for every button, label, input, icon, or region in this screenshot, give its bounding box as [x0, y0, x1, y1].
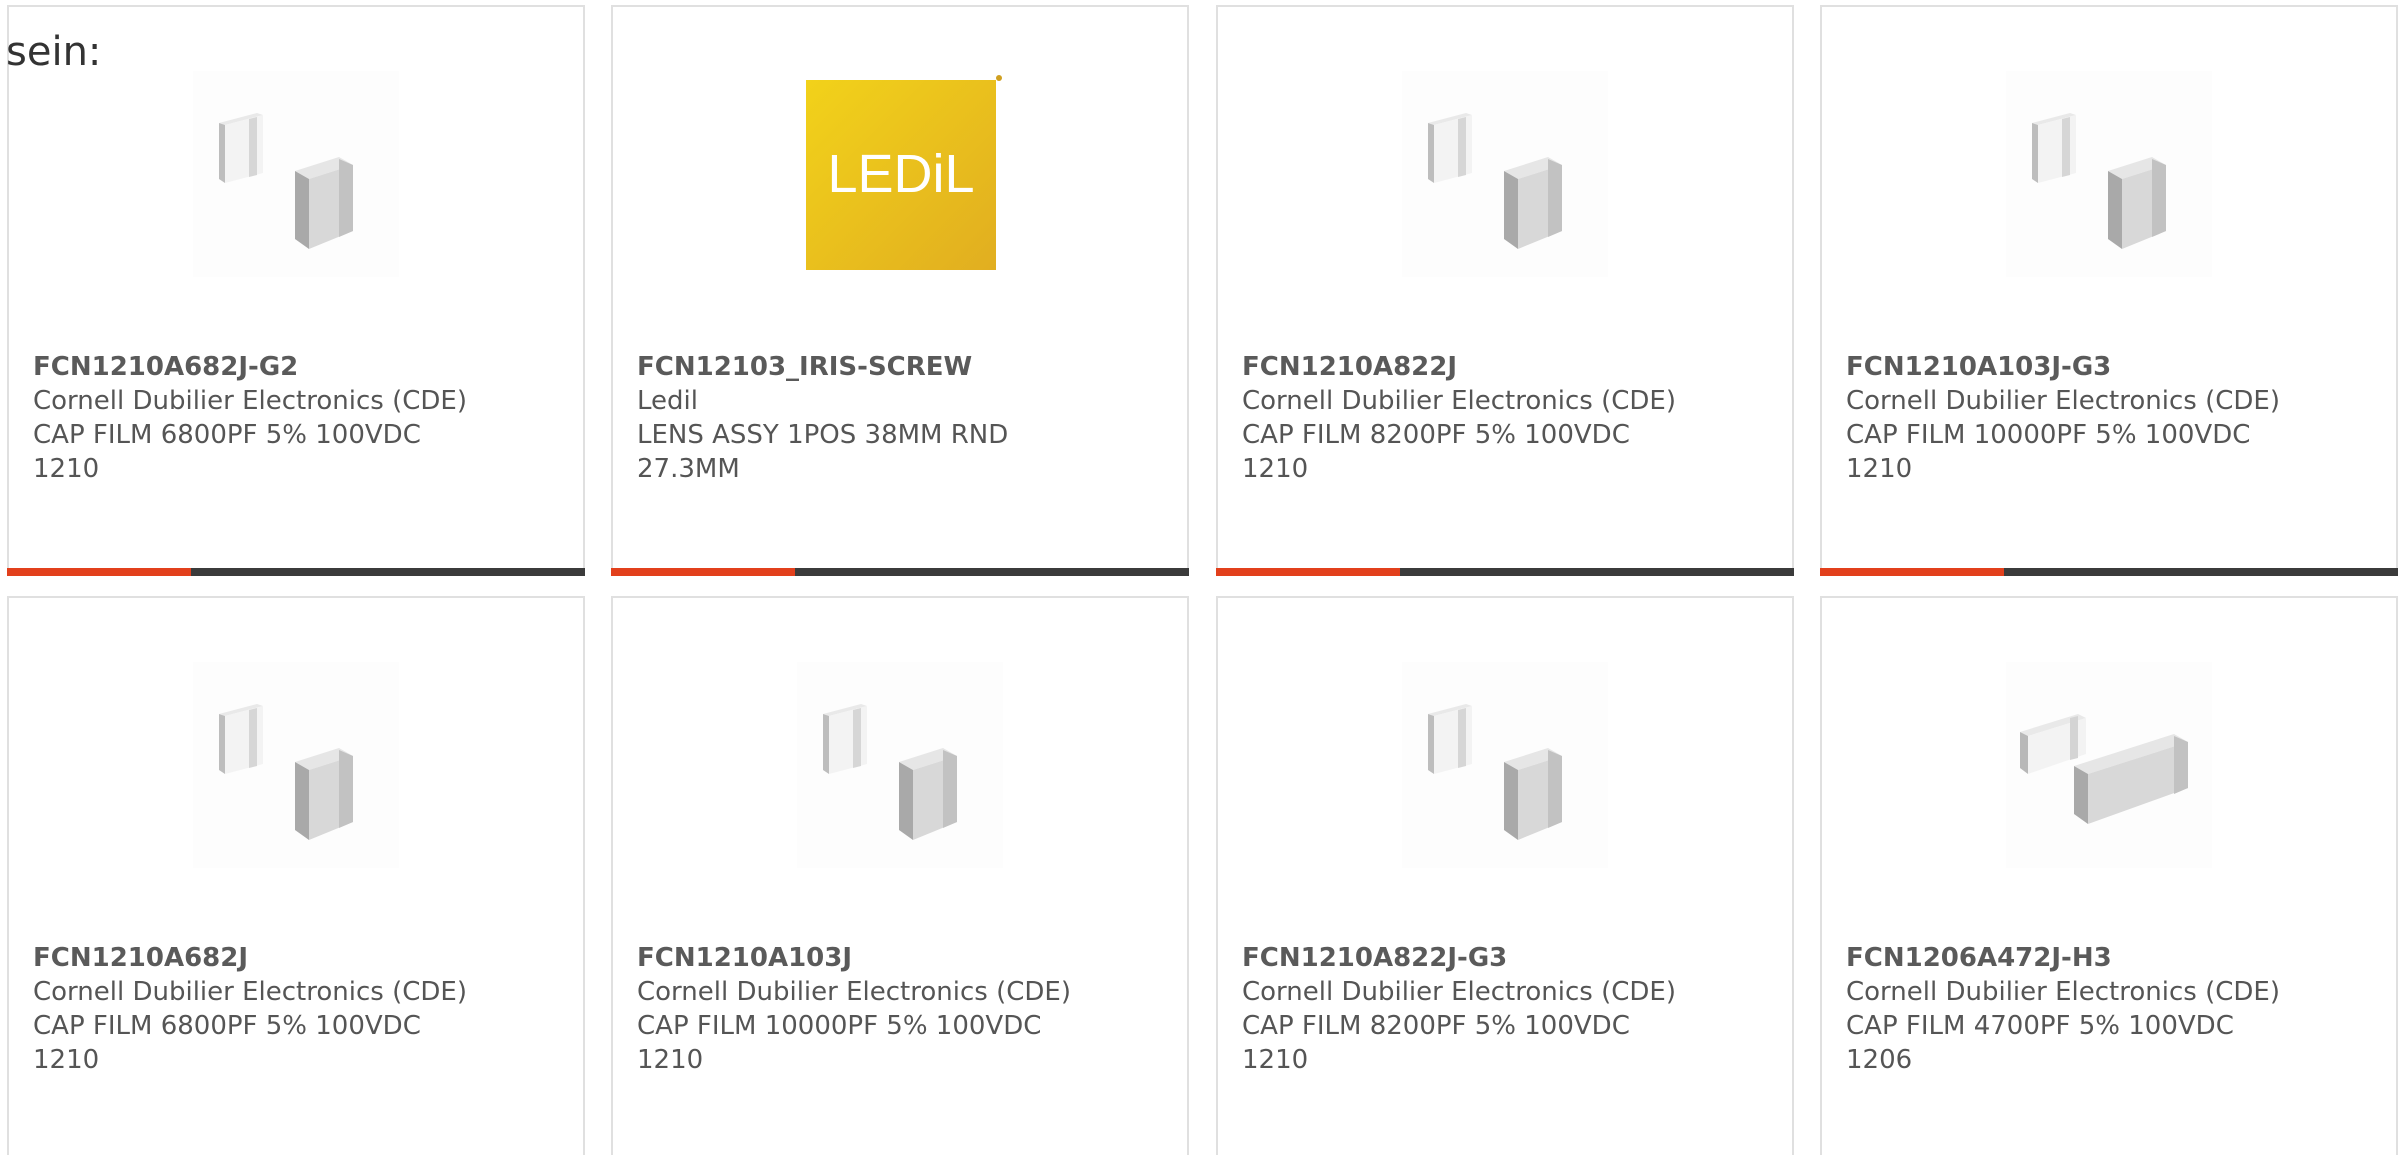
product-info: FCN1210A682J Cornell Dubilier Electronic… — [33, 941, 569, 1077]
product-card[interactable]: LEDiL FCN12103_IRIS-SCREW Ledil LENS ASS… — [611, 5, 1189, 576]
part-number[interactable]: FCN1210A682J-G2 — [33, 350, 569, 384]
chip-capacitor-icon — [193, 662, 399, 868]
manufacturer: Cornell Dubilier Electronics (CDE) — [1242, 386, 1676, 416]
description: CAP FILM 6800PF 5% 100VDC — [33, 1011, 421, 1041]
product-info: FCN1210A822J-G3 Cornell Dubilier Electro… — [1242, 941, 1778, 1077]
card-footer-bar — [7, 568, 585, 576]
description: CAP FILM 10000PF 5% 100VDC — [1846, 420, 2251, 450]
product-info: FCN1210A682J-G2 Cornell Dubilier Electro… — [33, 350, 569, 486]
part-number[interactable]: FCN1210A103J — [637, 941, 1173, 975]
product-card[interactable]: FCN1210A682J Cornell Dubilier Electronic… — [7, 596, 585, 1155]
manufacturer: Cornell Dubilier Electronics (CDE) — [637, 977, 1071, 1007]
part-number[interactable]: FCN1210A682J — [33, 941, 569, 975]
manufacturer: Cornell Dubilier Electronics (CDE) — [1846, 386, 2280, 416]
description-package: 1210 — [33, 454, 100, 484]
description-package: 1210 — [1846, 454, 1913, 484]
description-package: 1210 — [33, 1045, 100, 1075]
manufacturer: Cornell Dubilier Electronics (CDE) — [1846, 977, 2280, 1007]
card-footer-bar — [1216, 568, 1794, 576]
product-card[interactable]: FCN1206A472J-H3 Cornell Dubilier Electro… — [1820, 596, 2398, 1155]
description-package: 1210 — [1242, 454, 1309, 484]
manufacturer: Ledil — [637, 386, 698, 416]
product-grid-page: sein: FCN1210A682J-G2 Cornell Dubilier E… — [0, 0, 2400, 1155]
part-number[interactable]: FCN1210A822J-G3 — [1242, 941, 1778, 975]
product-info: FCN1210A103J Cornell Dubilier Electronic… — [637, 941, 1173, 1077]
part-number[interactable]: FCN1210A103J-G3 — [1846, 350, 2382, 384]
product-card[interactable]: FCN1210A822J Cornell Dubilier Electronic… — [1216, 5, 1794, 576]
card-accent — [1216, 568, 1400, 576]
product-card[interactable]: FCN1210A682J-G2 Cornell Dubilier Electro… — [7, 5, 585, 576]
card-footer-bar — [1820, 568, 2398, 576]
chip-capacitor-icon — [1402, 71, 1608, 277]
manufacturer: Cornell Dubilier Electronics (CDE) — [33, 386, 467, 416]
part-number[interactable]: FCN12103_IRIS-SCREW — [637, 350, 1173, 384]
manufacturer: Cornell Dubilier Electronics (CDE) — [1242, 977, 1676, 1007]
card-accent — [7, 568, 191, 576]
intro-text: sein: — [6, 29, 102, 75]
card-accent — [1820, 568, 2004, 576]
card-accent — [611, 568, 795, 576]
product-info: FCN12103_IRIS-SCREW Ledil LENS ASSY 1POS… — [637, 350, 1173, 486]
card-footer-bar — [611, 568, 1189, 576]
chip-capacitor-icon — [1402, 662, 1608, 868]
description: CAP FILM 6800PF 5% 100VDC — [33, 420, 421, 450]
description: CAP FILM 10000PF 5% 100VDC — [637, 1011, 1042, 1041]
product-info: FCN1206A472J-H3 Cornell Dubilier Electro… — [1846, 941, 2382, 1077]
ledil-logo: LEDiL — [797, 71, 1003, 277]
description-package: 1206 — [1846, 1045, 1913, 1075]
description: CAP FILM 8200PF 5% 100VDC — [1242, 420, 1630, 450]
description: CAP FILM 4700PF 5% 100VDC — [1846, 1011, 2234, 1041]
description-package: 1210 — [1242, 1045, 1309, 1075]
ledil-logo-text: LEDiL — [827, 144, 974, 204]
product-info: FCN1210A103J-G3 Cornell Dubilier Electro… — [1846, 350, 2382, 486]
description-package: 1210 — [637, 1045, 704, 1075]
product-card[interactable]: FCN1210A103J Cornell Dubilier Electronic… — [611, 596, 1189, 1155]
manufacturer: Cornell Dubilier Electronics (CDE) — [33, 977, 467, 1007]
product-card[interactable]: FCN1210A822J-G3 Cornell Dubilier Electro… — [1216, 596, 1794, 1155]
part-number[interactable]: FCN1206A472J-H3 — [1846, 941, 2382, 975]
chip-capacitor-icon — [2006, 71, 2212, 277]
chip-capacitor-icon — [797, 662, 1003, 868]
chip-capacitor-icon — [193, 71, 399, 277]
description: CAP FILM 8200PF 5% 100VDC — [1242, 1011, 1630, 1041]
product-info: FCN1210A822J Cornell Dubilier Electronic… — [1242, 350, 1778, 486]
description: LENS ASSY 1POS 38MM RND — [637, 420, 1009, 450]
chip-capacitor-long-icon — [2006, 662, 2212, 868]
part-number[interactable]: FCN1210A822J — [1242, 350, 1778, 384]
product-card[interactable]: FCN1210A103J-G3 Cornell Dubilier Electro… — [1820, 5, 2398, 576]
description-package: 27.3MM — [637, 454, 740, 484]
